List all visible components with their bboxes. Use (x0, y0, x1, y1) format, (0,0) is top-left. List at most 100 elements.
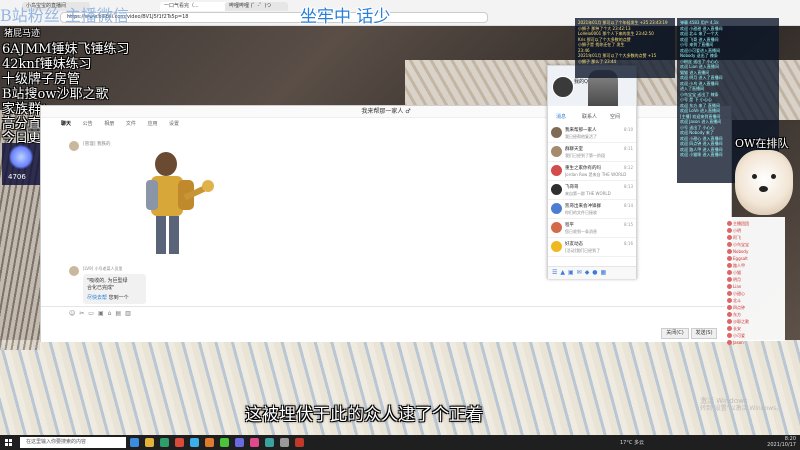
watermark-line: 转到"设置"以激活 Windows。 (700, 405, 783, 412)
tab-files[interactable]: 文件 (126, 121, 136, 127)
close-button[interactable]: 关闭(C) (661, 328, 689, 339)
app-icon[interactable] (250, 438, 259, 447)
hero-image (146, 152, 214, 254)
viewer-item[interactable]: 小甜心 (725, 290, 785, 297)
taskbar-search[interactable]: 在这里输入你要搜索的内容 (20, 437, 126, 448)
app-icon[interactable] (295, 438, 304, 447)
contact-name: 程平 (565, 223, 574, 228)
edge-icon[interactable] (160, 438, 169, 447)
contact-avatar (551, 222, 562, 233)
windows-start-icon[interactable] (5, 439, 12, 446)
contact-item[interactable]: 重生之家你有的吗 Jordan Row 是来自 THE WORLD 8:12 (548, 162, 636, 181)
taskbar-weather[interactable]: 17°C 多云 (620, 439, 644, 446)
contact-preview: 您已收到一条消息 (565, 229, 597, 234)
tab-chat[interactable]: 聊天 (61, 121, 71, 127)
tab-space[interactable]: 空间 (610, 113, 620, 120)
viewer-item[interactable]: 主播团团 (725, 220, 785, 227)
reply-line: 合化已完成" (87, 285, 115, 291)
contact-preview: 你们的文件已接收 (565, 210, 597, 215)
contact-time: 8:14 (624, 203, 633, 208)
contact-item[interactable]: 好友动态 [活动]我们已经到了 8:16 (548, 238, 636, 257)
contact-preview: 我们已经到了第一阶段 (565, 153, 605, 158)
dog-avatar (735, 150, 793, 215)
contact-preview: 我已经帮他复活了 (565, 134, 597, 139)
file-explorer-icon[interactable] (145, 438, 154, 447)
wechat-icon[interactable] (220, 438, 229, 447)
app-icon[interactable] (265, 438, 274, 447)
contact-name: 好友动态 (565, 242, 583, 247)
viewer-item[interactable]: Eggsalt (725, 255, 785, 262)
watermark-line: 激活 Windows (700, 397, 748, 405)
viewer-item[interactable]: 沙耶之歌 (725, 318, 785, 325)
viewer-item[interactable]: 阿飞 (725, 234, 785, 241)
reply-suffix: 您到一个 (108, 295, 129, 301)
browser-tab[interactable]: 哔哩哔哩 (゜-゜)つ (225, 2, 288, 11)
overlay-top-title: 坐牢中 话少 (300, 7, 391, 27)
tab-album[interactable]: 相册 (104, 121, 114, 127)
viewer-item[interactable]: 四点钟 (725, 304, 785, 311)
viewer-item[interactable]: Lian (725, 283, 785, 290)
viewer-item[interactable]: Nobody (725, 248, 785, 255)
contact-name: 凯哥出来会冲锋群 (565, 204, 601, 209)
ow-label: OW在排队 (735, 137, 789, 150)
browser-tab[interactable]: 一口气看完（... (160, 2, 228, 11)
contact-name: 飞哥哥 (565, 185, 579, 190)
tab-messages[interactable]: 消息 (556, 113, 566, 120)
tab-contacts[interactable]: 联系人 (582, 113, 597, 120)
viewer-item[interactable]: 小猫 (725, 269, 785, 276)
app-icon[interactable] (175, 438, 184, 447)
taskbar-clock[interactable]: 8:20 2021/10/17 (767, 436, 796, 448)
tab-notice[interactable]: 公告 (83, 121, 93, 127)
contact-item[interactable]: 程平 您已收到一条消息 8:15 (548, 219, 636, 238)
dog-eye (752, 174, 757, 179)
viewer-item[interactable]: 小鸟宝宝 (725, 241, 785, 248)
contacts-tabs: 消息 联系人 空间 (548, 113, 636, 121)
subtitle: 这被埋伏于此的众人逮了个正着 (245, 405, 483, 425)
viewer-item[interactable]: 东方 (725, 311, 785, 318)
viewer-item[interactable]: 路人甲 (725, 262, 785, 269)
badge-number: 4706 (8, 173, 26, 181)
chat-line: 2021年01月 那可以了个年轻发生 +25 23:43:19 (578, 20, 668, 25)
app-icon[interactable] (205, 438, 214, 447)
send-button[interactable]: 发送(S) (691, 328, 717, 339)
contact-item[interactable]: 我来帮那一家人 我已经帮他复活了 8:10 (548, 124, 636, 143)
taskview-icon[interactable] (130, 438, 139, 447)
profile-avatar[interactable] (552, 76, 574, 98)
reply-sender: [LV9] 小号老菜人员里 (83, 266, 123, 271)
app-icon[interactable] (235, 438, 244, 447)
viewer-list: 主播团团 小明 阿飞 小鸟宝宝 Nobody Eggsalt 路人甲 小猫 明月 Lian 小甜心北… (725, 217, 785, 345)
contact-avatar (551, 184, 562, 195)
toolbar-icons[interactable]: ☰▲▣✉◆●▦ (552, 269, 609, 276)
reply-link[interactable]: 尽快去帮 (87, 295, 107, 301)
contact-time: 8:16 (624, 241, 633, 246)
clock-date: 2021/10/17 (767, 441, 796, 448)
tab-apps[interactable]: 应用 (147, 121, 157, 127)
viewer-item[interactable]: 明月 (725, 276, 785, 283)
sender-name: [管理] 我铁的 (83, 142, 111, 147)
dog-eye (771, 174, 776, 179)
contact-item[interactable]: 凯哥出来会冲锋群 你们的文件已接收 8:14 (548, 200, 636, 219)
message-area: [管理] 我铁的 [LV9] 小号老菜人员里 "吸收的, 为巨型绿 合化已完成"… (41, 132, 561, 307)
viewer-item[interactable]: 北斗 (725, 297, 785, 304)
viewer-item[interactable]: Jason (725, 339, 785, 346)
reply-line: "吸收的, 为巨型绿 (87, 278, 128, 284)
viewer-item[interactable]: 小可爱 (725, 332, 785, 339)
tab-settings[interactable]: 设置 (169, 121, 179, 127)
overlay-faded-title: B站粉丝 主播微信 (0, 6, 129, 25)
activation-watermark: 激活 Windows 转到"设置"以激活 Windows。 (700, 397, 782, 413)
contact-time: 8:13 (624, 184, 633, 189)
contact-item[interactable]: 飞哥哥 来自第一群 THE WORLD 8:13 (548, 181, 636, 200)
qq-icon[interactable] (190, 438, 199, 447)
toolbar-icons[interactable]: ☺✂▭▣⌂▤▥ (69, 310, 135, 317)
qq-contacts-panel: 我的QQ 消息 联系人 空间 我来帮那一家人 我已经帮他复活了 8:10 群聊天室 我们… (547, 65, 637, 279)
viewer-item[interactable]: 长安 (725, 325, 785, 332)
avatar (69, 141, 79, 151)
contact-item[interactable]: 群聊天室 我们已经到了第一阶段 8:11 (548, 143, 636, 162)
contact-time: 8:11 (624, 146, 633, 151)
message-input[interactable]: ☺✂▭▣⌂▤▥ (41, 306, 731, 342)
app-icon[interactable] (280, 438, 289, 447)
contact-preview: [活动]我们已经到了 (565, 248, 601, 253)
viewer-item[interactable]: 小明 (725, 227, 785, 234)
contact-avatar (551, 165, 562, 176)
contact-avatar (551, 127, 562, 138)
